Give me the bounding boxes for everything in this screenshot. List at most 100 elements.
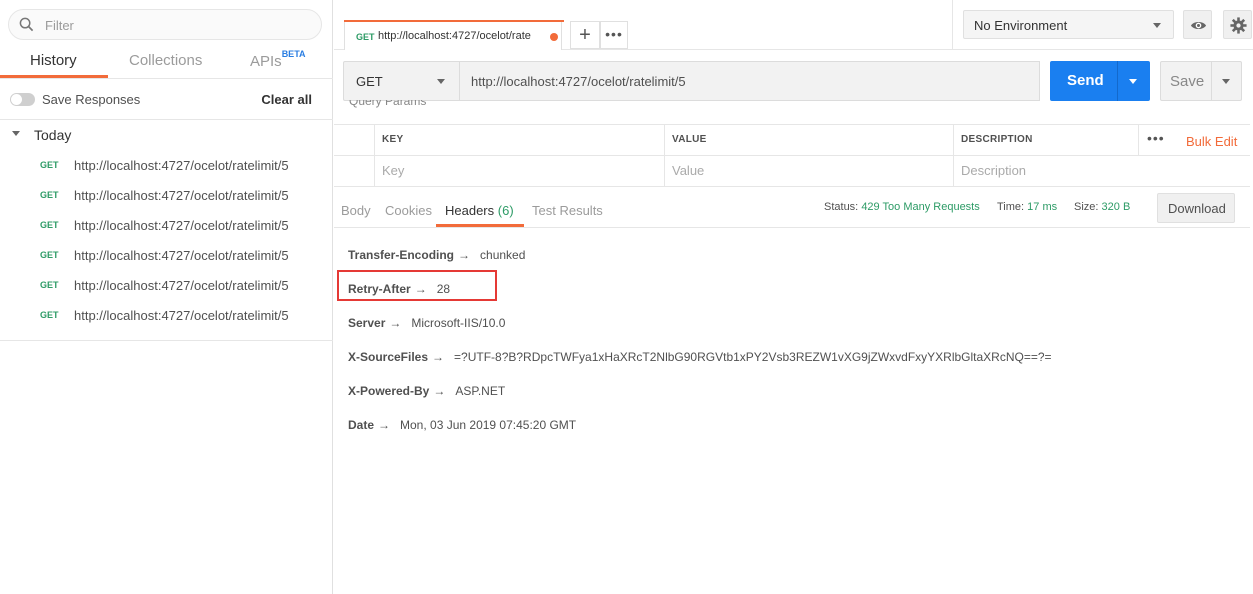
history-url: http://localhost:4727/ocelot/ratelimit/5 xyxy=(74,218,289,233)
manage-environments-button[interactable] xyxy=(1223,10,1252,39)
method-select-label: GET xyxy=(356,74,383,89)
send-button[interactable]: Send xyxy=(1050,61,1150,101)
history-list: GET http://localhost:4727/ocelot/ratelim… xyxy=(0,150,333,330)
param-description-input[interactable]: Description xyxy=(953,156,1250,187)
save-responses-toggle[interactable] xyxy=(10,93,35,106)
response-header-row: X-Powered-By → ASP.NET xyxy=(348,384,505,398)
url-input-value: http://localhost:4727/ocelot/ratelimit/5 xyxy=(471,74,686,89)
plus-icon: + xyxy=(579,24,591,46)
url-input[interactable]: http://localhost:4727/ocelot/ratelimit/5 xyxy=(459,61,1040,101)
save-button[interactable]: Save xyxy=(1160,61,1242,101)
size-label: Size: xyxy=(1074,201,1099,213)
beta-badge: BETA xyxy=(281,49,306,59)
save-split-divider xyxy=(1211,62,1212,100)
request-tab-url: http://localhost:4727/ocelot/rate xyxy=(378,30,531,42)
header-value: Microsoft-IIS/10.0 xyxy=(411,316,506,330)
arrow-right-icon: → xyxy=(378,418,391,432)
save-responses-row: Save Responses Clear all xyxy=(0,80,333,120)
environment-area: No Environment xyxy=(952,0,1253,50)
tab-body[interactable]: Body xyxy=(341,203,371,218)
params-header-row: KEY VALUE DESCRIPTION ••• Bulk Edit xyxy=(334,125,1250,156)
request-tab[interactable]: GET http://localhost:4727/ocelot/rate xyxy=(344,20,564,50)
chevron-down-icon[interactable] xyxy=(1129,79,1137,84)
header-key: X-Powered-By xyxy=(348,384,430,398)
history-url: http://localhost:4727/ocelot/ratelimit/5 xyxy=(74,278,289,293)
tab-headers-label: Headers xyxy=(445,203,495,218)
download-button[interactable]: Download xyxy=(1157,193,1235,223)
download-button-label: Download xyxy=(1168,201,1226,216)
method-badge: GET xyxy=(40,280,59,290)
request-url-row: GET http://localhost:4727/ocelot/ratelim… xyxy=(334,50,1253,112)
history-item[interactable]: GET http://localhost:4727/ocelot/ratelim… xyxy=(0,210,333,240)
response-toolbar: Body Cookies Headers (6) Test Results St… xyxy=(334,186,1250,228)
time-value[interactable]: 17 ms xyxy=(1027,201,1057,213)
response-header-row: Date → Mon, 03 Jun 2019 07:45:20 GMT xyxy=(348,418,576,432)
header-value: 28 xyxy=(436,282,451,296)
method-badge: GET xyxy=(356,32,375,42)
query-params-heading: Query Params xyxy=(349,100,449,112)
method-badge: GET xyxy=(40,160,59,170)
query-params-label: Query Params xyxy=(349,100,427,108)
size-value[interactable]: 320 B xyxy=(1102,201,1131,213)
tab-apis-label: APIs xyxy=(250,53,282,70)
method-badge: GET xyxy=(40,190,59,200)
headers-count-badge: (6) xyxy=(497,203,514,218)
history-item[interactable]: GET http://localhost:4727/ocelot/ratelim… xyxy=(0,270,333,300)
param-key-input[interactable]: Key xyxy=(374,156,664,187)
tab-test-results[interactable]: Test Results xyxy=(532,203,603,218)
filter-box[interactable] xyxy=(8,9,322,40)
time-stat: Time: 17 ms xyxy=(997,201,1057,213)
header-key: Server xyxy=(348,316,386,330)
query-params-table: KEY VALUE DESCRIPTION ••• Bulk Edit Key … xyxy=(334,124,1250,187)
gear-icon xyxy=(1230,17,1247,34)
chevron-down-icon xyxy=(1153,23,1161,28)
environment-select[interactable]: No Environment xyxy=(963,10,1174,39)
chevron-down-icon xyxy=(437,79,445,84)
column-header: KEY xyxy=(382,134,404,145)
tab-apis[interactable]: APIsBETA xyxy=(250,49,306,70)
tab-history[interactable]: History xyxy=(30,52,77,69)
arrow-right-icon: → xyxy=(389,316,402,330)
unsaved-dot-icon xyxy=(550,33,558,41)
postman-app: History Collections APIsBETA Save Respon… xyxy=(0,0,1253,594)
active-tab-indicator xyxy=(436,224,524,227)
arrow-right-icon: → xyxy=(433,384,446,398)
history-group-today[interactable]: Today xyxy=(0,126,333,144)
status-stat: Status: 429 Too Many Requests xyxy=(824,201,980,213)
active-tab-indicator xyxy=(0,75,108,78)
tab-options-button[interactable]: ••• xyxy=(600,21,628,49)
params-key-header: KEY xyxy=(374,125,664,156)
tab-collections[interactable]: Collections xyxy=(129,52,202,69)
history-url: http://localhost:4727/ocelot/ratelimit/5 xyxy=(74,248,289,263)
method-select[interactable]: GET xyxy=(343,61,460,101)
search-icon xyxy=(19,17,34,32)
header-value: ASP.NET xyxy=(455,384,506,398)
sidebar-tabs: History Collections APIsBETA xyxy=(0,45,333,79)
environment-quick-look-button[interactable] xyxy=(1183,10,1212,39)
history-item[interactable]: GET http://localhost:4727/ocelot/ratelim… xyxy=(0,240,333,270)
status-badge[interactable]: 429 Too Many Requests xyxy=(861,201,979,213)
send-button-label: Send xyxy=(1067,72,1104,89)
clear-all-button[interactable]: Clear all xyxy=(261,92,312,107)
new-tab-button[interactable]: + xyxy=(570,21,600,49)
tab-headers[interactable]: Headers (6) xyxy=(445,203,514,218)
chevron-down-icon[interactable] xyxy=(1222,79,1230,84)
header-key: Retry-After xyxy=(348,282,411,296)
bulk-edit-button[interactable]: Bulk Edit xyxy=(1186,134,1237,149)
method-badge: GET xyxy=(40,250,59,260)
param-value-input[interactable]: Value xyxy=(664,156,953,187)
history-url: http://localhost:4727/ocelot/ratelimit/5 xyxy=(74,308,289,323)
history-item[interactable]: GET http://localhost:4727/ocelot/ratelim… xyxy=(0,180,333,210)
tab-cookies[interactable]: Cookies xyxy=(385,203,432,218)
header-key: Transfer-Encoding xyxy=(348,248,455,262)
header-value: Mon, 03 Jun 2019 07:45:20 GMT xyxy=(400,418,577,432)
history-item[interactable]: GET http://localhost:4727/ocelot/ratelim… xyxy=(0,300,333,330)
header-value: =?UTF-8?B?RDpcTWFya1xHaXRcT2NlbG90RGVtb1… xyxy=(454,350,1052,364)
filter-input[interactable] xyxy=(45,15,305,35)
header-key: X-SourceFiles xyxy=(348,350,429,364)
more-icon: ••• xyxy=(605,26,623,42)
method-badge: GET xyxy=(40,220,59,230)
history-item[interactable]: GET http://localhost:4727/ocelot/ratelim… xyxy=(0,150,333,180)
more-icon[interactable]: ••• xyxy=(1147,130,1165,146)
size-stat: Size: 320 B xyxy=(1074,201,1130,213)
